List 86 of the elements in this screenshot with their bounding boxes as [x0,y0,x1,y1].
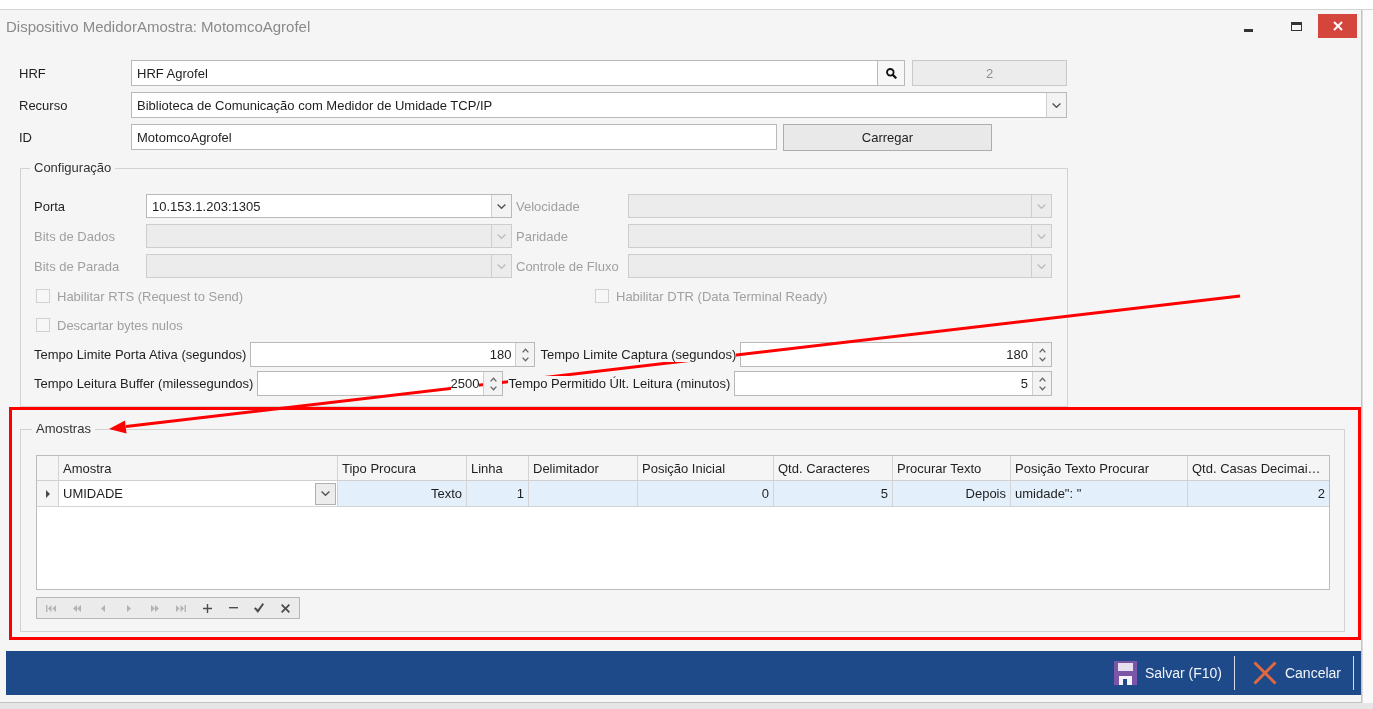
spin-button[interactable] [515,343,535,366]
checkbox-label: Habilitar RTS (Request to Send) [57,288,244,304]
chevron-down-icon [1052,102,1061,108]
close-button[interactable] [1318,14,1357,38]
number-spinner[interactable]: 180 [250,342,536,367]
cross-icon [280,603,290,613]
spin-button[interactable] [1032,343,1051,366]
table-row[interactable]: UMIDADE Texto 1 0 5 Depois umidade": " 2 [37,481,1329,507]
field-label: Tempo Permitido Últ. Leitura (minutos) [508,376,731,391]
table-cell: 1 [467,481,529,506]
up-down-arrows-icon [489,376,497,391]
minimize-icon [1243,29,1253,32]
field-label: Tempo Limite Porta Ativa (segundos) [34,347,247,362]
spin-button[interactable] [483,372,503,395]
combo-box[interactable]: Biblioteca de Comunicação com Medidor de Umidade TCP/IP [131,92,1067,118]
text-field[interactable]: HRF Agrofel [131,60,878,86]
up-down-arrows-icon [1038,376,1046,391]
chevron-down-icon [497,203,506,209]
table-cell: umidade": " [1011,481,1188,506]
column-header[interactable]: Amostra [59,456,338,480]
window-title: Dispositivo MedidorAmostra: MotomcoAgrofel [6,17,311,35]
search-button[interactable] [878,60,905,86]
field-label: Controle de Fluxo [516,258,620,274]
chevron-down-icon [1037,263,1046,269]
up-down-arrows-icon [1038,347,1046,362]
field-label: Bits de Parada [34,258,121,274]
checkmark-icon [254,603,264,613]
dropdown-button[interactable] [491,195,511,217]
group-title: Amostras [35,421,92,437]
field-label: Paridade [516,228,570,244]
double-triangle-left-icon [73,604,81,612]
field-label: Recurso [19,97,69,113]
number-spinner[interactable]: 5 [734,371,1052,396]
text-field[interactable]: MotomcoAgrofel [131,124,777,150]
close-icon [1332,21,1343,31]
field-label: Bits de Dados [34,228,116,244]
dropdown-button[interactable] [1046,93,1066,117]
plus-icon [202,603,212,613]
field-label: Velocidade [516,198,581,214]
checkbox-label: Descartar bytes nulos [57,317,183,333]
skip-to-end-icon [176,604,186,612]
code-field: 2 [912,60,1067,86]
column-header[interactable]: Delimitador [529,456,638,480]
minus-icon [228,607,238,609]
column-header[interactable]: Procurar Texto [893,456,1011,480]
group-title: Configuração [33,160,113,176]
column-header[interactable]: Tipo Procura [338,456,467,480]
chevron-down-icon [1037,233,1046,239]
chevron-down-icon [497,263,506,269]
checkbox-label: Habilitar DTR (Data Terminal Ready) [616,288,828,304]
field-label: Tempo Limite Captura (segundos) [540,347,737,362]
field-label: HRF [19,65,47,81]
triangle-right-icon [127,604,131,612]
chevron-down-icon [321,491,330,496]
column-header[interactable]: Posição Texto Procurar [1011,456,1188,480]
column-header[interactable]: Linha [467,456,529,480]
table-cell: 0 [638,481,774,506]
row-indicator-icon [45,489,50,498]
cell-combo-editor[interactable]: UMIDADE [59,481,338,506]
chevron-down-icon [1037,203,1046,209]
column-header[interactable]: Qtd. Caracteres [774,456,893,480]
number-spinner[interactable]: 2500 [257,371,504,396]
triangle-left-icon [101,604,105,612]
dropdown-button[interactable] [315,482,336,505]
skip-to-start-icon [46,604,56,612]
save-button[interactable]: Salvar (F10) [1095,655,1234,691]
number-spinner[interactable]: 180 [740,342,1052,367]
load-button[interactable]: Carregar [783,123,992,151]
table-cell: Depois [893,481,1011,506]
field-label: Tempo Leitura Buffer (milessegundos) [34,376,254,391]
maximize-icon [1290,21,1302,31]
spin-button[interactable] [1032,372,1051,395]
table-cell: Texto [338,481,467,506]
table-cell: 5 [774,481,893,506]
x-icon [1252,661,1277,685]
search-icon [885,67,897,79]
column-header[interactable]: Posição Inicial [638,456,774,480]
table-cell-text: 2 [1316,485,1326,503]
cancel-button[interactable]: Cancelar [1234,655,1353,691]
up-down-arrows-icon [521,347,529,362]
column-header[interactable]: Qtd. Casas Decimai… [1188,456,1329,480]
chevron-down-icon [497,233,506,239]
combo-box[interactable]: 10.153.1.203:1305 [146,194,512,218]
field-label: Porta [34,198,67,214]
field-label: ID [19,129,33,145]
double-triangle-right-icon [151,604,159,612]
